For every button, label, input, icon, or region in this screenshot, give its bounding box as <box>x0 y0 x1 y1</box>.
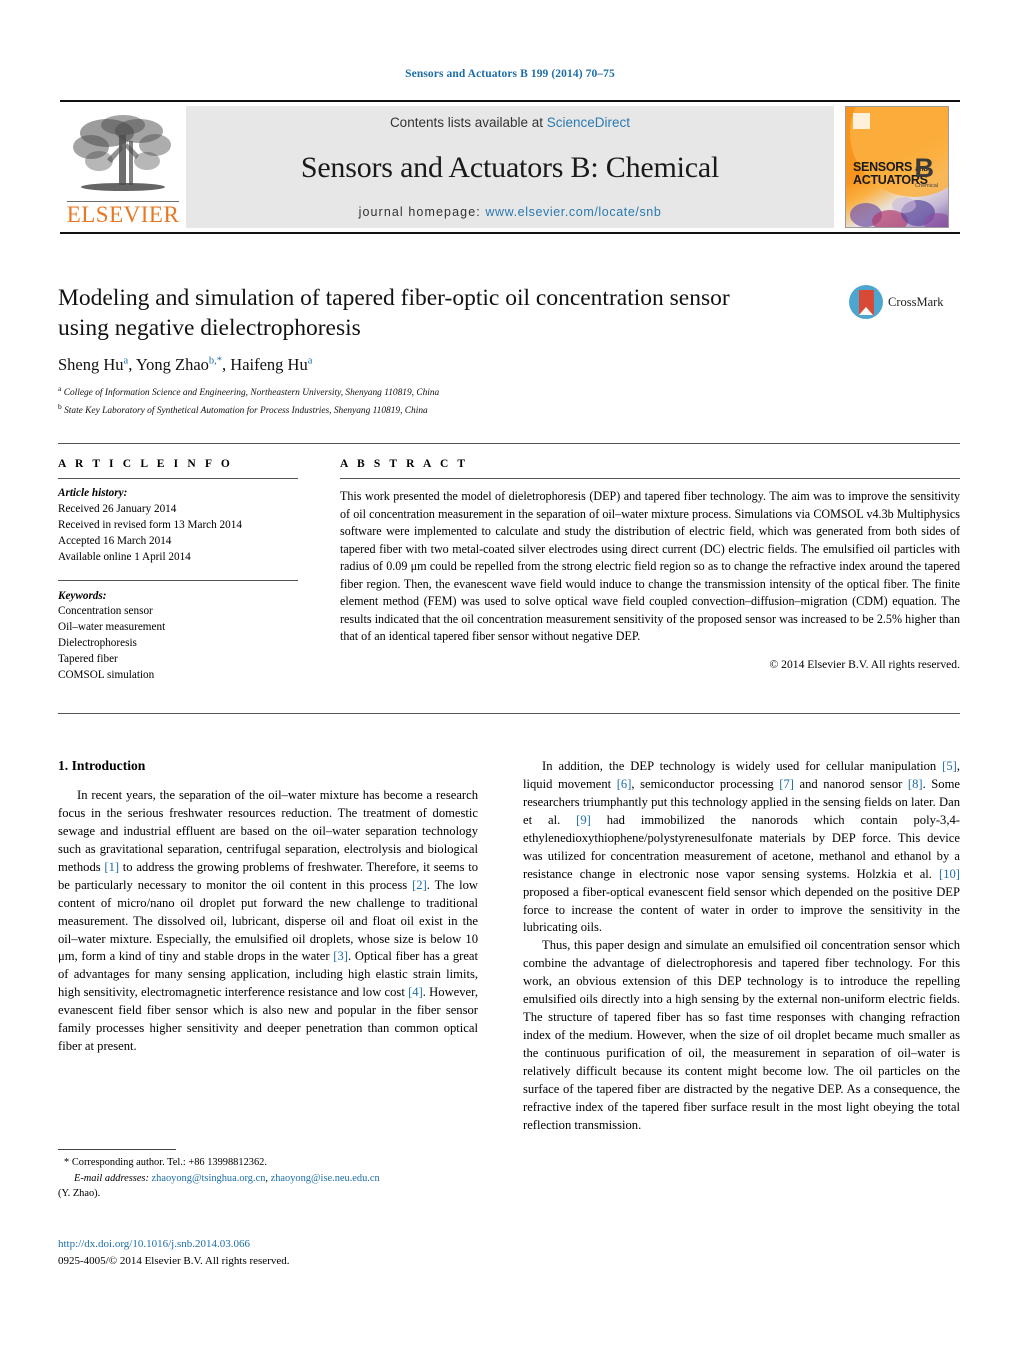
abstract-bottom-rule <box>58 713 960 714</box>
corresponding-line: * Corresponding author. Tel.: +86 139988… <box>58 1155 488 1171</box>
abstract-column: A B S T R A C T This work presented the … <box>340 458 960 671</box>
sciencedirect-link[interactable]: ScienceDirect <box>547 115 630 130</box>
masthead-center: Contents lists available at ScienceDirec… <box>186 106 834 228</box>
abstract-heading: A B S T R A C T <box>340 458 469 470</box>
cover-elsevier-mark <box>853 113 870 129</box>
history-item: Received 26 January 2014 <box>58 502 177 515</box>
affiliation-a: a College of Information Science and Eng… <box>58 384 440 399</box>
email-link-1[interactable]: zhaoyong@tsinghua.org.cn <box>152 1173 266 1184</box>
page-title: Modeling and simulation of tapered fiber… <box>58 285 730 342</box>
history-item: Accepted 16 March 2014 <box>58 534 172 547</box>
cover-image: SENSORS and ACTUATORS B Chemical <box>845 106 949 228</box>
corresponding-marker: * <box>64 1157 70 1168</box>
corresponding-author-note: * Corresponding author. Tel.: +86 139988… <box>58 1155 488 1202</box>
history-item: Received in revised form 13 March 2014 <box>58 518 242 531</box>
keywords-block: Keywords: Concentration sensor Oil–water… <box>58 579 298 684</box>
journal-homepage-line: journal homepage: www.elsevier.com/locat… <box>359 205 662 219</box>
keyword-item: Oil–water measurement <box>58 621 166 634</box>
email-link-2[interactable]: zhaoyong@ise.neu.edu.cn <box>271 1173 380 1184</box>
keyword-item: Concentration sensor <box>58 605 153 618</box>
affiliations: a College of Information Science and Eng… <box>58 383 818 418</box>
body-column-right: In addition, the DEP technology is widel… <box>523 758 960 1135</box>
abstract-text: This work presented the model of dieletr… <box>340 489 960 644</box>
abstract-copyright: © 2014 Elsevier B.V. All rights reserved… <box>769 657 960 671</box>
affiliation-a-text: College of Information Science and Engin… <box>63 388 440 399</box>
issn-copyright-line: 0925-4005/© 2014 Elsevier B.V. All right… <box>58 1254 290 1267</box>
keyword-item: COMSOL simulation <box>58 669 155 682</box>
running-head: Sensors and Actuators B 199 (2014) 70–75 <box>405 68 615 80</box>
cover-line1: SENSORS <box>853 160 913 174</box>
paragraph: In addition, the DEP technology is widel… <box>523 759 960 935</box>
corresponding-text: Corresponding author. Tel.: +86 13998812… <box>71 1157 267 1168</box>
crossmark-label: CrossMark <box>888 294 944 309</box>
info-top-rule <box>58 443 960 444</box>
crossmark-badge[interactable]: CrossMark <box>849 285 944 319</box>
elsevier-wordmark: ELSEVIER <box>66 201 180 227</box>
cover-series-sub: Chemical <box>915 183 938 189</box>
email-line: E-mail addresses: zhaoyong@tsinghua.org.… <box>58 1171 488 1187</box>
elsevier-tree-icon <box>73 115 171 191</box>
article-info-rule <box>58 478 298 479</box>
doi-block: http://dx.doi.org/10.1016/j.snb.2014.03.… <box>58 1236 488 1269</box>
paragraph: Thus, this paper design and simulate an … <box>523 938 960 1132</box>
homepage-prefix: journal homepage: <box>358 205 486 219</box>
contents-prefix: Contents lists available at <box>389 115 547 130</box>
history-item: Available online 1 April 2014 <box>58 550 191 563</box>
abstract-rule <box>340 478 960 479</box>
affiliation-b: b State Key Laboratory of Synthetical Au… <box>58 401 428 416</box>
keyword-item: Dielectrophoresis <box>58 637 137 650</box>
journal-cover-thumbnail: SENSORS and ACTUATORS B Chemical <box>834 106 960 228</box>
journal-masthead: ELSEVIER Contents lists available at Sci… <box>60 100 960 228</box>
journal-homepage-link[interactable]: www.elsevier.com/locate/snb <box>485 205 661 219</box>
affiliation-b-text: State Key Laboratory of Synthetical Auto… <box>64 405 428 416</box>
section-heading-introduction: 1. Introduction <box>58 758 146 773</box>
paragraph: In recent years, the separation of the o… <box>58 788 479 1054</box>
doi-link[interactable]: http://dx.doi.org/10.1016/j.snb.2014.03.… <box>58 1236 488 1253</box>
elsevier-logo: ELSEVIER <box>60 106 186 228</box>
email-label: E-mail addresses: <box>74 1172 149 1184</box>
masthead-bottom-rule <box>60 232 960 234</box>
contents-available-line: Contents lists available at ScienceDirec… <box>390 115 630 130</box>
email-owner: (Y. Zhao). <box>58 1188 101 1200</box>
paper-page: Sensors and Actuators B 199 (2014) 70–75 <box>0 0 1020 1351</box>
article-history: Article history: Received 26 January 201… <box>58 486 298 566</box>
keywords-label: Keywords: <box>58 589 107 602</box>
footnote-rule <box>58 1149 176 1150</box>
article-history-label: Article history: <box>58 487 128 499</box>
body-column-left: 1. Introduction In recent years, the sep… <box>58 758 478 1056</box>
keyword-item: Tapered fiber <box>58 653 118 666</box>
article-info-column: A R T I C L E I N F O Article history: R… <box>58 458 298 684</box>
author-list: Sheng Hua, Yong Zhaob,*, Haifeng Hua <box>58 355 313 374</box>
cover-series-letter: B <box>914 153 935 183</box>
crossmark-icon <box>849 285 883 319</box>
journal-title: Sensors and Actuators B: Chemical <box>300 150 720 184</box>
article-info-heading: A R T I C L E I N F O <box>58 458 233 470</box>
